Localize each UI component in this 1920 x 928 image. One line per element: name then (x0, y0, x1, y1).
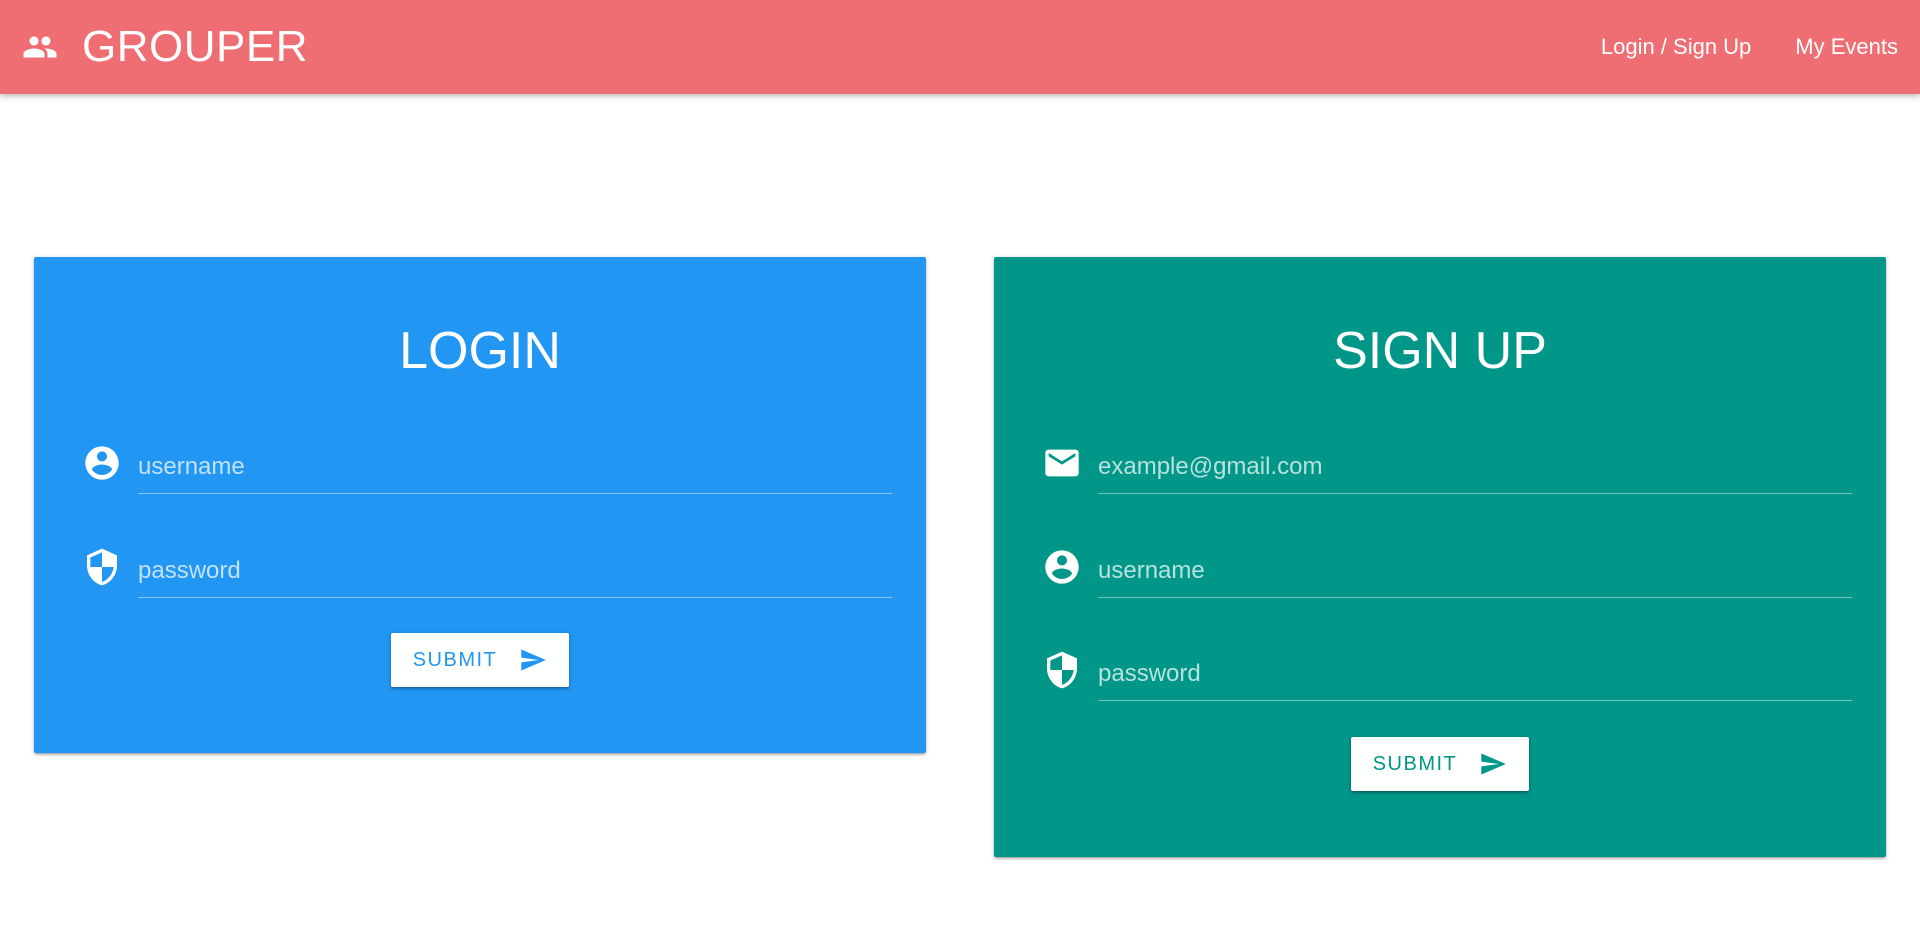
signup-title: SIGN UP (1333, 322, 1547, 380)
shield-icon (1042, 650, 1082, 690)
login-title: LOGIN (399, 322, 561, 380)
signup-username-input[interactable] (1098, 544, 1852, 598)
login-submit-label: SUBMIT (412, 648, 498, 671)
people-icon (22, 29, 58, 65)
signup-username-field (1042, 544, 1852, 604)
signup-email-input[interactable] (1098, 440, 1852, 494)
signup-password-field (1042, 647, 1852, 707)
login-password-input[interactable] (138, 544, 892, 598)
account-circle-icon (82, 443, 122, 483)
top-navbar: GROUPER Login / Sign Up My Events (0, 0, 1920, 94)
signup-submit-label: SUBMIT (1372, 752, 1458, 775)
signup-submit-button[interactable]: SUBMIT (1351, 737, 1529, 791)
app-title: GROUPER (82, 22, 308, 71)
login-submit-button[interactable]: SUBMIT (391, 633, 569, 687)
send-icon (519, 646, 547, 674)
nav-links: Login / Sign Up My Events (1557, 0, 1898, 94)
shield-icon (82, 547, 122, 587)
account-circle-icon (1042, 547, 1082, 587)
signup-email-field (1042, 440, 1852, 500)
nav-link-my-events[interactable]: My Events (1795, 34, 1898, 60)
login-username-field (82, 440, 892, 500)
login-username-input[interactable] (138, 440, 892, 494)
login-password-field (82, 544, 892, 604)
send-icon (1479, 750, 1507, 778)
nav-link-login-signup[interactable]: Login / Sign Up (1601, 34, 1751, 60)
brand-link[interactable]: GROUPER (22, 0, 308, 94)
email-icon (1042, 443, 1082, 483)
login-card: LOGIN SUBMIT (34, 257, 926, 753)
signup-card: SIGN UP SUBMIT (994, 257, 1886, 857)
signup-password-input[interactable] (1098, 647, 1852, 701)
